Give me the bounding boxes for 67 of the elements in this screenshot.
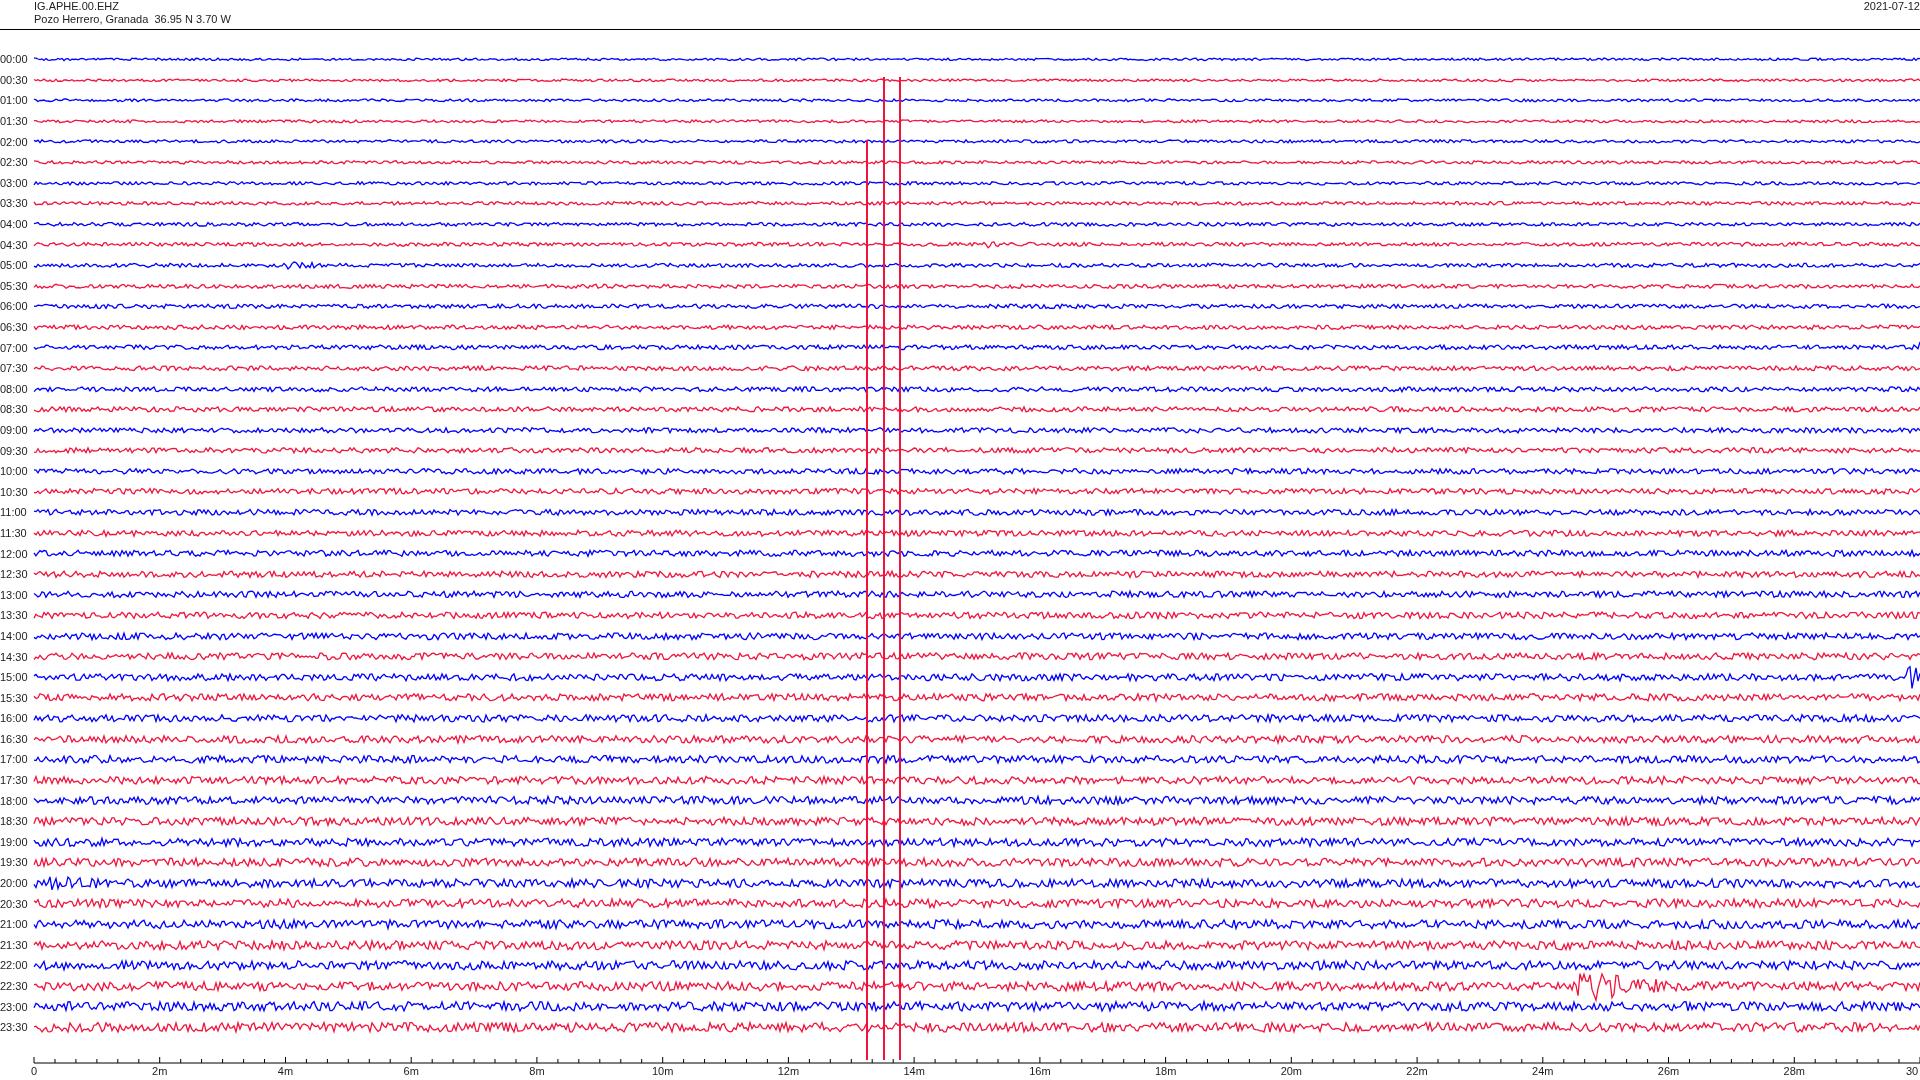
time-label: 05:30 xyxy=(0,279,29,292)
time-label: 07:00 xyxy=(0,341,29,354)
time-label: 09:00 xyxy=(0,424,29,436)
time-label: 23:30 xyxy=(0,1021,29,1034)
time-label: 17:00 xyxy=(0,753,29,766)
time-label: 15:00 xyxy=(0,671,29,684)
date-label: 2021-07-12 xyxy=(1863,0,1920,14)
axis-tick-label: 14m xyxy=(903,1065,925,1077)
time-label: 12:30 xyxy=(0,568,29,581)
axis-tick-label: 22m xyxy=(1406,1065,1428,1077)
time-label: 00:00 xyxy=(0,53,29,66)
axis-tick-label: 8m xyxy=(529,1065,545,1077)
time-label: 10:00 xyxy=(0,465,29,478)
time-label: 01:00 xyxy=(0,94,29,107)
time-label: 11:00 xyxy=(0,506,28,519)
axis-tick-label: 30 xyxy=(1906,1065,1919,1077)
time-label: 02:30 xyxy=(0,156,29,169)
time-label: 14:00 xyxy=(0,629,29,642)
time-label: 09:30 xyxy=(0,444,29,457)
axis-tick-label: 12m xyxy=(777,1065,800,1077)
time-label: 16:30 xyxy=(0,732,29,745)
time-label: 08:00 xyxy=(0,382,29,395)
station-location: Pozo Herrero, Granada 36.95 N 3.70 W xyxy=(34,13,231,26)
time-label: 15:30 xyxy=(0,691,29,704)
axis-tick-label: 6m xyxy=(403,1065,419,1077)
axis-tick-label: 28m xyxy=(1783,1065,1805,1077)
time-label: 21:30 xyxy=(0,938,29,951)
axis-tick-label: 0 xyxy=(30,1065,38,1077)
time-label: 19:30 xyxy=(0,856,29,869)
time-label: 06:00 xyxy=(0,300,29,313)
time-label: 17:30 xyxy=(0,774,29,787)
time-label: 02:00 xyxy=(0,135,29,148)
time-label: 23:00 xyxy=(0,1000,29,1013)
axis-tick-label: 18m xyxy=(1154,1065,1177,1077)
time-label: 04:00 xyxy=(0,218,29,231)
time-label: 13:30 xyxy=(0,609,29,622)
axis-tick-label: 20m xyxy=(1280,1065,1303,1077)
axis-tick-label: 16m xyxy=(1029,1065,1051,1077)
time-label: 08:30 xyxy=(0,403,29,416)
time-label: 01:30 xyxy=(0,115,29,128)
axis-tick-label: 2m xyxy=(152,1065,168,1077)
time-label: 03:00 xyxy=(0,176,29,189)
time-label: 21:00 xyxy=(0,918,29,931)
axis-tick-label: 24m xyxy=(1532,1065,1554,1077)
time-label: 13:00 xyxy=(0,588,29,601)
time-label: 18:30 xyxy=(0,815,29,828)
time-label: 16:00 xyxy=(0,712,29,725)
time-label: 05:00 xyxy=(0,259,29,272)
time-label: 20:00 xyxy=(0,877,29,890)
time-label: 06:30 xyxy=(0,321,29,333)
axis-tick-label: 10m xyxy=(651,1065,674,1077)
time-label: 03:30 xyxy=(0,197,29,210)
time-label: 11:30 xyxy=(0,526,28,539)
time-label: 18:00 xyxy=(0,794,29,807)
time-label: 04:30 xyxy=(0,238,29,251)
time-label: 00:30 xyxy=(0,73,29,86)
axis-tick-label: 26m xyxy=(1657,1065,1680,1077)
station-code: IG.APHE.00.EHZ xyxy=(34,0,120,13)
time-label: 14:30 xyxy=(0,650,29,663)
time-label: 20:30 xyxy=(0,897,29,910)
time-label: 22:00 xyxy=(0,959,29,972)
time-label: 22:30 xyxy=(0,980,29,992)
time-label: 12:00 xyxy=(0,547,29,560)
axis-tick-label: 4m xyxy=(277,1065,294,1077)
time-label: 10:30 xyxy=(0,485,29,498)
time-label: 07:30 xyxy=(0,362,29,375)
time-label: 19:00 xyxy=(0,835,29,848)
